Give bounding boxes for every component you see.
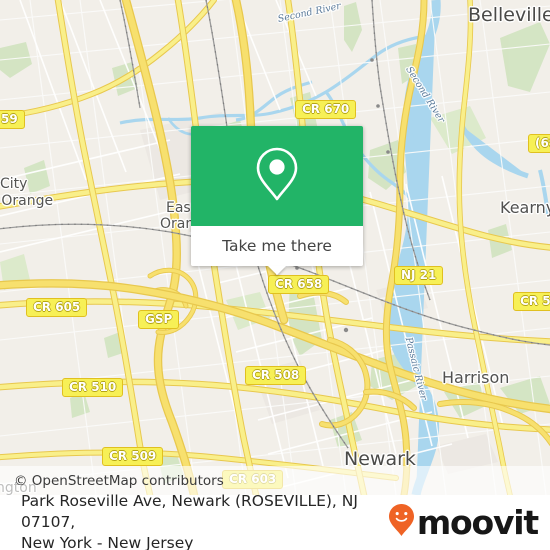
moovit-wordmark: moovit xyxy=(416,503,539,542)
moovit-logo[interactable]: moovit xyxy=(388,503,550,542)
popup-header xyxy=(191,126,363,226)
location-title-line2: New York - New Jersey xyxy=(21,534,194,550)
location-popup-card[interactable]: Take me there xyxy=(191,126,363,275)
map-pin-icon xyxy=(254,145,300,208)
map-screenshot: .land { fill:#f2efe9; } .park { fill:#cf… xyxy=(0,0,550,550)
popup-tail xyxy=(268,266,286,275)
osm-attribution-text[interactable]: © OpenStreetMap contributors xyxy=(0,473,224,489)
location-title-line1: Park Roseville Ave, Newark (ROSEVILLE), … xyxy=(21,492,358,531)
take-me-there-label[interactable]: Take me there xyxy=(222,237,332,255)
popup-footer[interactable]: Take me there xyxy=(191,226,363,275)
moovit-pin-smiley-icon xyxy=(388,503,415,542)
location-title: Park Roseville Ave, Newark (ROSEVILLE), … xyxy=(0,491,388,550)
bottom-info-bar: Park Roseville Ave, Newark (ROSEVILLE), … xyxy=(0,492,550,550)
